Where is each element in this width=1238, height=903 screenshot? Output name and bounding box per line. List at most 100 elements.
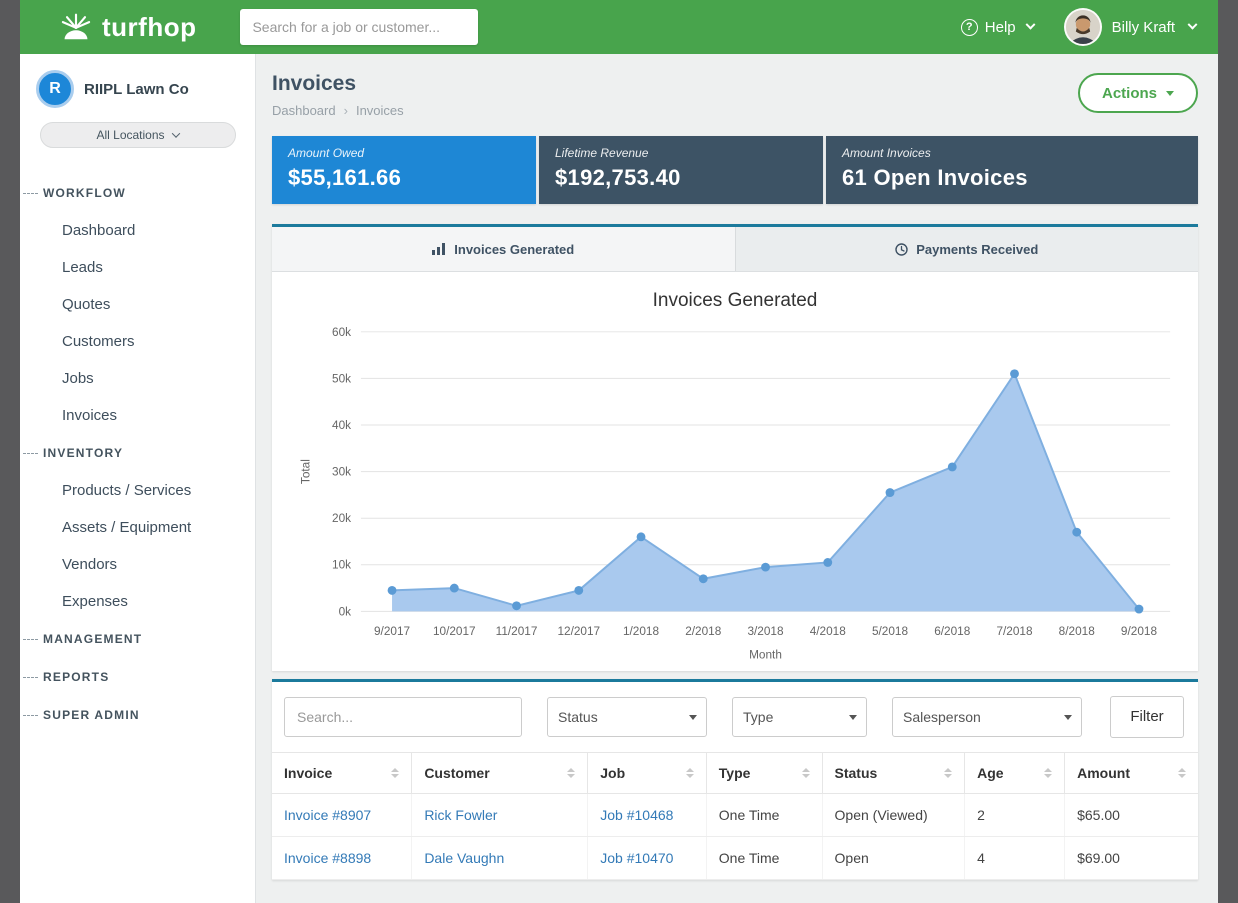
chart-wrap: Invoices Generated 0k10k20k30k40k50k60k9… — [272, 272, 1198, 671]
chevron-down-icon — [1188, 19, 1198, 29]
global-search-input[interactable] — [240, 9, 478, 45]
tab-label: Payments Received — [916, 242, 1038, 257]
status-cell: Open (Viewed) — [822, 793, 965, 836]
invoice-list-panel: Status Type Salesperson — [272, 679, 1198, 880]
stat-label: Amount Invoices — [842, 146, 1182, 160]
page-title: Invoices — [272, 72, 404, 96]
column-header-type[interactable]: Type — [706, 752, 822, 793]
user-menu[interactable]: Billy Kraft — [1064, 8, 1196, 46]
nav-section-super-admin[interactable]: SUPER ADMIN — [20, 696, 255, 734]
nav-section-reports[interactable]: REPORTS — [20, 658, 255, 696]
sidebar-item-vendors[interactable]: Vendors — [20, 546, 255, 583]
status-select[interactable]: Status — [547, 697, 707, 737]
nav-section-label: SUPER ADMIN — [43, 708, 140, 722]
company-badge: R — [36, 70, 74, 108]
sidebar-item-expenses[interactable]: Expenses — [20, 583, 255, 620]
column-header-status[interactable]: Status — [822, 752, 965, 793]
sidebar-item-quotes[interactable]: Quotes — [20, 286, 255, 323]
svg-text:8/2018: 8/2018 — [1059, 624, 1096, 638]
sidebar-item-invoices[interactable]: Invoices — [20, 397, 255, 434]
sidebar-nav: WORKFLOW Dashboard Leads Quotes Customer… — [20, 174, 255, 734]
location-selector-label: All Locations — [96, 128, 164, 142]
sidebar-item-customers[interactable]: Customers — [20, 323, 255, 360]
svg-text:Total: Total — [299, 459, 313, 484]
sort-icon — [802, 768, 810, 778]
customer-link[interactable]: Rick Fowler — [424, 807, 497, 823]
actions-button[interactable]: Actions — [1078, 73, 1198, 113]
caret-down-icon — [1166, 91, 1174, 96]
tab-invoices-generated[interactable]: Invoices Generated — [272, 227, 735, 271]
svg-text:7/2018: 7/2018 — [996, 624, 1033, 638]
app-window: turfhop ? Help — [20, 0, 1218, 903]
sidebar-item-jobs[interactable]: Jobs — [20, 360, 255, 397]
table-header-row: Invoice Customer Job Type Status Age Amo… — [272, 752, 1198, 793]
svg-text:3/2018: 3/2018 — [747, 624, 784, 638]
user-name: Billy Kraft — [1112, 19, 1175, 36]
section-dash-icon — [23, 639, 38, 640]
chart-title: Invoices Generated — [292, 290, 1178, 312]
svg-text:10/2017: 10/2017 — [433, 624, 476, 638]
invoice-link[interactable]: Invoice #8898 — [284, 850, 371, 866]
nav-section-management[interactable]: MANAGEMENT — [20, 620, 255, 658]
svg-text:9/2018: 9/2018 — [1121, 624, 1158, 638]
tab-payments-received[interactable]: Payments Received — [735, 227, 1199, 271]
nav-section-label: REPORTS — [43, 670, 109, 684]
svg-text:6/2018: 6/2018 — [934, 624, 971, 638]
svg-text:9/2017: 9/2017 — [374, 624, 410, 638]
sort-icon — [567, 768, 575, 778]
nav-section-workflow[interactable]: WORKFLOW — [20, 174, 255, 212]
nav-section-inventory[interactable]: INVENTORY — [20, 434, 255, 472]
stat-label: Amount Owed — [288, 146, 520, 160]
sort-icon — [1178, 768, 1186, 778]
column-header-amount[interactable]: Amount — [1065, 752, 1198, 793]
table-row: Invoice #8898 Dale Vaughn Job #10470 One… — [272, 836, 1198, 879]
sort-icon — [944, 768, 952, 778]
job-link[interactable]: Job #10470 — [600, 850, 673, 866]
sidebar: R RIIPL Lawn Co All Locations WORKFLOW D… — [20, 54, 256, 903]
turfhop-logo-icon — [58, 10, 94, 44]
type-cell: One Time — [706, 793, 822, 836]
brand-home-link[interactable]: turfhop — [58, 10, 196, 44]
stat-value: $55,161.66 — [288, 165, 520, 191]
table-row: Invoice #8907 Rick Fowler Job #10468 One… — [272, 793, 1198, 836]
sidebar-item-products-services[interactable]: Products / Services — [20, 472, 255, 509]
svg-text:0k: 0k — [339, 604, 352, 618]
sidebar-item-dashboard[interactable]: Dashboard — [20, 212, 255, 249]
sidebar-item-assets-equipment[interactable]: Assets / Equipment — [20, 509, 255, 546]
salesperson-select[interactable]: Salesperson — [892, 697, 1082, 737]
column-header-age[interactable]: Age — [965, 752, 1065, 793]
svg-text:50k: 50k — [332, 371, 351, 385]
age-cell: 2 — [965, 793, 1065, 836]
sidebar-item-leads[interactable]: Leads — [20, 249, 255, 286]
actions-button-label: Actions — [1102, 85, 1157, 102]
svg-text:20k: 20k — [332, 511, 351, 525]
column-header-invoice[interactable]: Invoice — [272, 752, 412, 793]
svg-text:1/2018: 1/2018 — [623, 624, 660, 638]
amount-cell: $65.00 — [1065, 793, 1198, 836]
location-selector[interactable]: All Locations — [40, 122, 236, 148]
invoice-link[interactable]: Invoice #8907 — [284, 807, 371, 823]
section-dash-icon — [23, 193, 38, 194]
job-link[interactable]: Job #10468 — [600, 807, 673, 823]
help-menu[interactable]: ? Help — [961, 19, 1034, 36]
chart-tabs: Invoices Generated Payments Received — [272, 227, 1198, 272]
column-header-customer[interactable]: Customer — [412, 752, 588, 793]
help-label: Help — [985, 19, 1016, 36]
tab-label: Invoices Generated — [454, 242, 574, 257]
nav-section-label: INVENTORY — [43, 446, 123, 460]
nav-section-label: MANAGEMENT — [43, 632, 142, 646]
breadcrumb: Dashboard › Invoices — [272, 103, 404, 118]
type-select[interactable]: Type — [732, 697, 867, 737]
page-head: Invoices Dashboard › Invoices Actions — [272, 70, 1198, 118]
invoices-generated-chart: 0k10k20k30k40k50k60k9/201710/201711/2017… — [292, 320, 1178, 667]
company-row: R RIIPL Lawn Co — [20, 70, 255, 108]
breadcrumb-dashboard[interactable]: Dashboard — [272, 103, 336, 118]
desktop-frame: turfhop ? Help — [0, 0, 1238, 903]
column-header-job[interactable]: Job — [588, 752, 707, 793]
table-search-input[interactable] — [284, 697, 522, 737]
customer-link[interactable]: Dale Vaughn — [424, 850, 504, 866]
filter-button[interactable]: Filter — [1110, 696, 1184, 738]
age-cell: 4 — [965, 836, 1065, 879]
stat-cards: Amount Owed $55,161.66 Lifetime Revenue … — [272, 136, 1198, 204]
global-search — [240, 9, 478, 45]
